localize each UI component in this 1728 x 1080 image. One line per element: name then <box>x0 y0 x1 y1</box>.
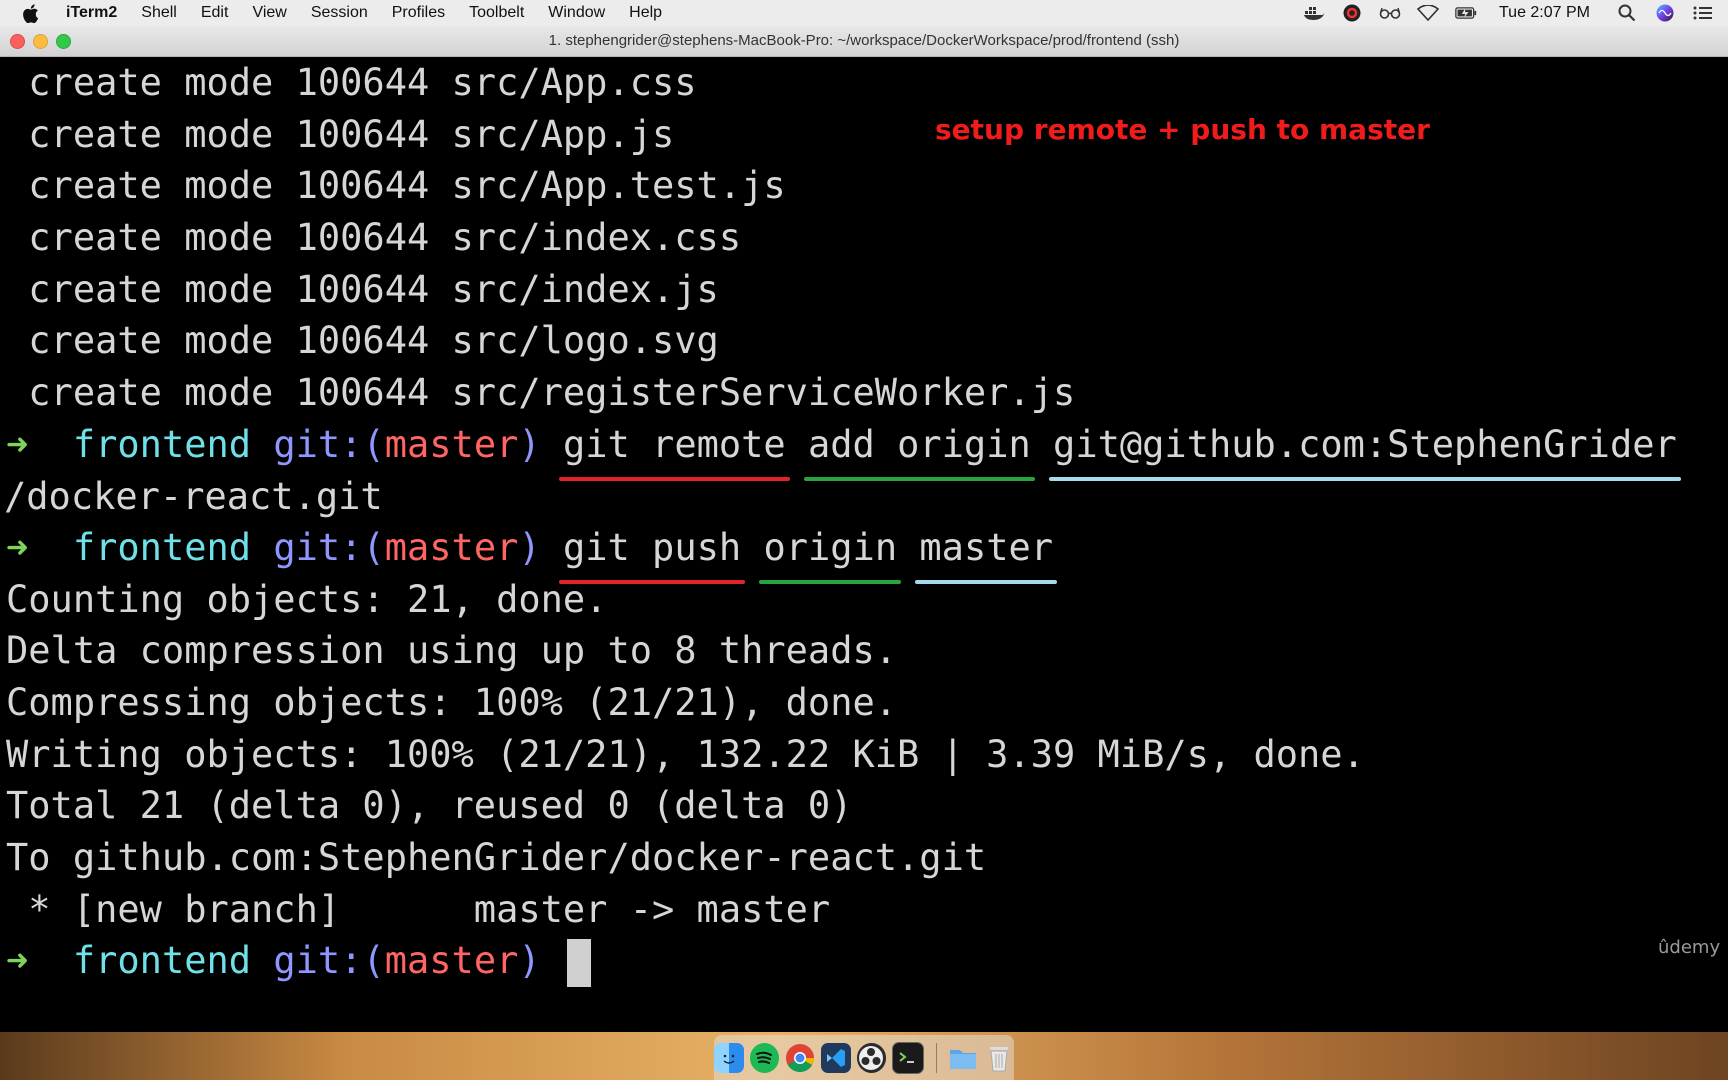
menu-extras: Tue 2:07 PM <box>1303 0 1714 26</box>
terminal-line: create mode 100644 src/logo.svg <box>6 319 719 362</box>
command-remote-url: git@github.com:StephenGrider <box>1049 419 1681 481</box>
output-line: Counting objects: 21, done. <box>6 578 608 621</box>
menu-item-toolbelt[interactable]: Toolbelt <box>469 4 524 22</box>
command-add-origin: add origin <box>804 419 1035 481</box>
window-title-bar: 1. stephengrider@stephens-MacBook-Pro: ~… <box>0 26 1728 57</box>
udemy-watermark: ûdemy <box>1658 937 1721 958</box>
docker-icon[interactable] <box>1303 4 1325 22</box>
annotation-label: setup remote + push to master <box>935 113 1430 146</box>
prompt-directory: frontend <box>72 423 252 466</box>
prompt-branch: master <box>384 423 519 466</box>
folder-icon[interactable] <box>948 1043 978 1073</box>
output-line: * [new branch] master -> master <box>6 888 831 931</box>
prompt-arrow-icon: ➜ <box>6 526 29 569</box>
obs-icon[interactable] <box>856 1042 886 1073</box>
menu-item-session[interactable]: Session <box>311 4 368 22</box>
siri-icon[interactable] <box>1654 4 1676 22</box>
terminal-line: create mode 100644 src/registerServiceWo… <box>6 371 1076 414</box>
spotlight-search-icon[interactable] <box>1616 4 1638 22</box>
terminal-line: create mode 100644 src/index.css <box>6 216 742 259</box>
command-git-push: git push <box>558 522 746 584</box>
prompt-directory: frontend <box>72 939 252 982</box>
terminal-icon[interactable] <box>892 1041 924 1074</box>
current-prompt-line: ➜ frontend git:(master) <box>6 935 591 987</box>
glasses-icon[interactable] <box>1379 4 1401 22</box>
prompt-git-label: git:( <box>273 526 385 569</box>
prompt-git-close: ) <box>518 526 541 569</box>
prompt-git-close: ) <box>518 939 541 982</box>
prompt-line: ➜ frontend git:(master) git remote add o… <box>6 419 1681 481</box>
command-git-remote: git remote <box>558 419 790 481</box>
prompt-branch: master <box>384 526 519 569</box>
output-line: To github.com:StephenGrider/docker-react… <box>6 836 987 879</box>
menu-item-edit[interactable]: Edit <box>201 4 229 22</box>
command-remote-url-wrap: /docker-react.git <box>4 475 383 518</box>
dock-separator <box>935 1042 937 1073</box>
prompt-arrow-icon: ➜ <box>6 423 29 466</box>
wifi-icon[interactable] <box>1416 4 1439 22</box>
battery-icon[interactable] <box>1455 4 1477 22</box>
finder-icon[interactable] <box>714 1042 744 1073</box>
notification-center-icon[interactable] <box>1692 4 1714 22</box>
terminal-cursor[interactable] <box>566 938 591 987</box>
window-title: 1. stephengrider@stephens-MacBook-Pro: ~… <box>548 32 1180 49</box>
menu-item-window[interactable]: Window <box>548 4 605 22</box>
output-line: Writing objects: 100% (21/21), 132.22 Ki… <box>6 733 1365 776</box>
menu-item-view[interactable]: View <box>252 4 286 22</box>
menu-item-shell[interactable]: Shell <box>141 4 177 22</box>
prompt-arrow-icon: ➜ <box>6 939 29 982</box>
chrome-icon[interactable] <box>785 1043 815 1073</box>
menu-bar: iTerm2 Shell Edit View Session Profiles … <box>0 0 1728 26</box>
trash-icon[interactable] <box>984 1043 1014 1073</box>
terminal-line: create mode 100644 src/App.test.js <box>6 164 786 207</box>
prompt-git-label: git:( <box>273 939 385 982</box>
prompt-line: ➜ frontend git:(master) git push origin … <box>6 522 1057 584</box>
terminal-line: create mode 100644 src/index.js <box>6 268 719 311</box>
prompt-branch: master <box>384 939 519 982</box>
output-line: Delta compression using up to 8 threads. <box>6 629 898 672</box>
terminal-line: create mode 100644 src/App.js <box>6 113 675 156</box>
creative-cloud-icon[interactable] <box>1341 4 1363 22</box>
prompt-git-label: git:( <box>273 423 385 466</box>
terminal-line: create mode 100644 src/App.css <box>6 61 697 104</box>
vscode-icon[interactable] <box>821 1042 851 1073</box>
menu-item-iterm2[interactable]: iTerm2 <box>66 4 117 22</box>
output-line: Compressing objects: 100% (21/21), done. <box>6 681 898 724</box>
prompt-directory: frontend <box>72 526 252 569</box>
spotify-icon[interactable] <box>749 1042 779 1073</box>
menu-item-profiles[interactable]: Profiles <box>392 4 445 22</box>
command-master: master <box>915 522 1057 584</box>
menu-item-help[interactable]: Help <box>629 4 662 22</box>
prompt-git-close: ) <box>518 423 541 466</box>
output-line: Total 21 (delta 0), reused 0 (delta 0) <box>6 784 853 827</box>
command-origin: origin <box>759 522 901 584</box>
apple-menu-icon[interactable] <box>22 3 48 23</box>
dock <box>714 1035 1014 1080</box>
terminal-area[interactable]: create mode 100644 src/App.css create mo… <box>0 57 1728 1032</box>
menu-clock[interactable]: Tue 2:07 PM <box>1499 4 1590 22</box>
